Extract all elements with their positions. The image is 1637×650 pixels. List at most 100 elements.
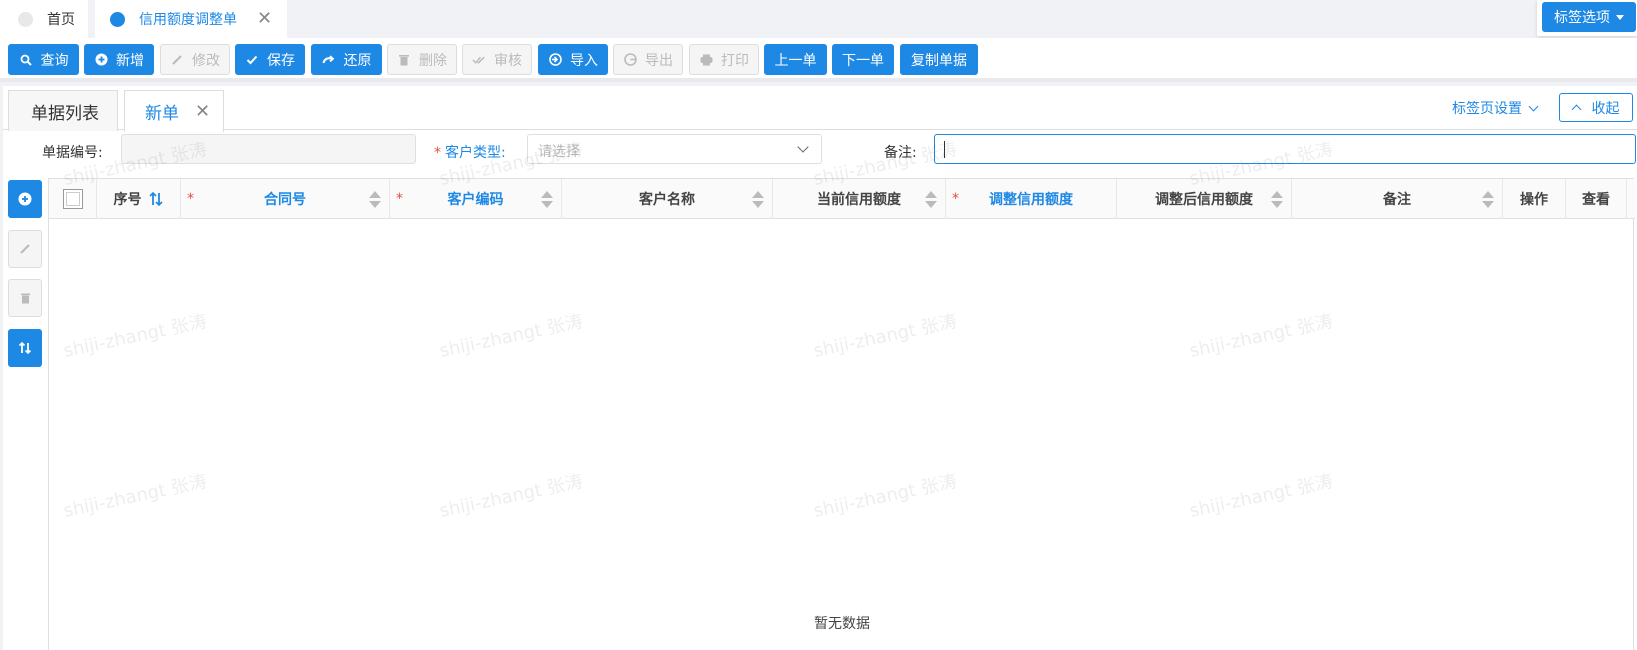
side-delete-button[interactable] xyxy=(8,279,42,317)
query-label: 查询 xyxy=(40,52,69,69)
tab-dot-icon xyxy=(18,11,33,27)
sub-tab-label: 新单 xyxy=(145,104,179,124)
tag-options-label: 标签选项 xyxy=(1554,10,1610,26)
delete-button[interactable]: 删除 xyxy=(387,44,457,75)
required-mark: * xyxy=(187,191,194,207)
plus-circle-icon xyxy=(94,53,108,67)
print-button[interactable]: 打印 xyxy=(689,44,759,75)
col-adjusted-credit[interactable]: 调整后信用额度 xyxy=(1117,179,1292,219)
col-label: 序号 xyxy=(113,192,142,208)
swap-icon xyxy=(18,341,32,355)
sort-icon[interactable] xyxy=(925,191,937,209)
double-check-icon xyxy=(472,53,486,67)
import-label: 导入 xyxy=(570,52,598,69)
side-edit-button[interactable] xyxy=(8,230,42,268)
query-button[interactable]: 查询 xyxy=(8,44,79,75)
col-adjust-credit[interactable]: * 调整信用额度 xyxy=(946,179,1117,219)
doc-no-field[interactable] xyxy=(121,134,416,164)
side-add-button[interactable] xyxy=(8,180,42,218)
customer-type-select[interactable]: 请选择 xyxy=(527,134,822,164)
collapse-button[interactable]: 收起 xyxy=(1559,93,1633,122)
add-button[interactable]: 新增 xyxy=(84,44,154,75)
sort-icon[interactable] xyxy=(1482,191,1494,209)
required-mark: * xyxy=(434,145,441,161)
delete-label: 删除 xyxy=(419,52,447,69)
col-label: 查看 xyxy=(1582,192,1610,208)
top-tab-label: 信用额度调整单 xyxy=(139,12,237,28)
audit-button[interactable]: 审核 xyxy=(462,44,532,75)
edit-label: 修改 xyxy=(192,52,220,69)
close-icon[interactable]: ✕ xyxy=(257,10,272,28)
col-current-credit[interactable]: 当前信用额度 xyxy=(773,179,946,219)
pencil-icon xyxy=(170,53,184,67)
col-customer-name[interactable]: 客户名称 xyxy=(562,179,773,219)
export-button[interactable]: 导出 xyxy=(613,44,683,75)
top-tab-home[interactable]: 首页 xyxy=(0,0,88,38)
empty-text: 暂无数据 xyxy=(814,616,870,632)
remark-label: 备注: xyxy=(884,145,917,161)
trash-icon xyxy=(20,293,30,303)
save-button[interactable]: 保存 xyxy=(235,44,305,75)
col-view: 查看 xyxy=(1566,179,1627,219)
tab-settings-link[interactable]: 标签页设置 xyxy=(1452,98,1539,118)
sub-tab-label: 单据列表 xyxy=(31,103,99,124)
restore-button[interactable]: 还原 xyxy=(311,44,382,75)
required-mark: * xyxy=(396,191,403,207)
swap-icon[interactable] xyxy=(148,191,164,207)
top-tab-credit-adjust[interactable]: 信用额度调整单 ✕ xyxy=(95,0,287,38)
tag-options-button[interactable]: 标签选项 xyxy=(1542,2,1636,32)
col-label: 调整信用额度 xyxy=(989,192,1073,208)
prev-label: 上一单 xyxy=(774,52,817,69)
next-button[interactable]: 下一单 xyxy=(832,44,894,75)
grid-header: 序号 * 合同号 * 客户编码 客户名称 当前信用额度 * 调整信用额度 调整后… xyxy=(49,179,1635,219)
col-seq: 序号 xyxy=(97,179,181,219)
remark-input[interactable] xyxy=(934,134,1636,164)
col-remark[interactable]: 备注 xyxy=(1292,179,1503,219)
customer-type-label: * 客户类型: xyxy=(434,142,506,162)
col-operation: 操作 xyxy=(1503,179,1566,219)
tab-settings-label: 标签页设置 xyxy=(1452,101,1522,117)
col-label: 调整后信用额度 xyxy=(1155,192,1253,208)
print-icon xyxy=(699,53,713,67)
next-label: 下一单 xyxy=(842,52,884,69)
import-button[interactable]: 导入 xyxy=(538,44,608,75)
col-label: 客户编码 xyxy=(447,192,504,208)
col-label: 客户名称 xyxy=(639,192,695,208)
caret-down-icon xyxy=(1616,14,1624,20)
sort-icon[interactable] xyxy=(1271,191,1283,209)
pencil-icon xyxy=(20,244,30,254)
save-label: 保存 xyxy=(267,52,295,69)
prev-button[interactable]: 上一单 xyxy=(764,44,827,75)
col-customer-code[interactable]: * 客户编码 xyxy=(390,179,562,219)
top-tab-label: 首页 xyxy=(47,12,75,28)
top-tab-bar: 首页 信用额度调整单 ✕ 标签选项 xyxy=(0,0,1637,38)
export-label: 导出 xyxy=(645,52,673,69)
detail-grid: 序号 * 合同号 * 客户编码 客户名称 当前信用额度 * 调整信用额度 调整后… xyxy=(48,178,1635,650)
edit-button[interactable]: 修改 xyxy=(160,44,230,75)
side-reorder-button[interactable] xyxy=(8,329,42,367)
audit-label: 审核 xyxy=(494,52,522,69)
grid-select-all-cell xyxy=(49,179,97,219)
sub-tab-new[interactable]: 新单 ✕ xyxy=(124,90,224,132)
tab-dot-icon xyxy=(110,11,125,27)
copy-button[interactable]: 复制单据 xyxy=(900,44,978,75)
form-row: 单据编号: * 客户类型: 请选择 备注: xyxy=(3,134,1637,170)
close-icon[interactable]: ✕ xyxy=(195,101,210,122)
sub-tab-list[interactable]: 单据列表 xyxy=(8,90,118,131)
check-icon xyxy=(245,53,259,67)
restore-label: 还原 xyxy=(343,52,372,69)
col-label: 当前信用额度 xyxy=(817,192,901,208)
sort-icon[interactable] xyxy=(541,191,553,209)
collapse-label: 收起 xyxy=(1591,100,1620,117)
chevron-down-icon xyxy=(797,141,809,153)
sort-icon[interactable] xyxy=(752,191,764,209)
customer-type-placeholder: 请选择 xyxy=(538,144,580,160)
col-label: 合同号 xyxy=(264,192,306,208)
plus-circle-icon xyxy=(18,192,32,206)
required-mark: * xyxy=(952,191,959,207)
print-label: 打印 xyxy=(721,52,749,69)
col-contract-no[interactable]: * 合同号 xyxy=(181,179,390,219)
select-all-checkbox[interactable] xyxy=(62,189,83,209)
sort-icon[interactable] xyxy=(369,191,381,209)
tag-options-panel: 标签选项 xyxy=(1537,0,1637,36)
